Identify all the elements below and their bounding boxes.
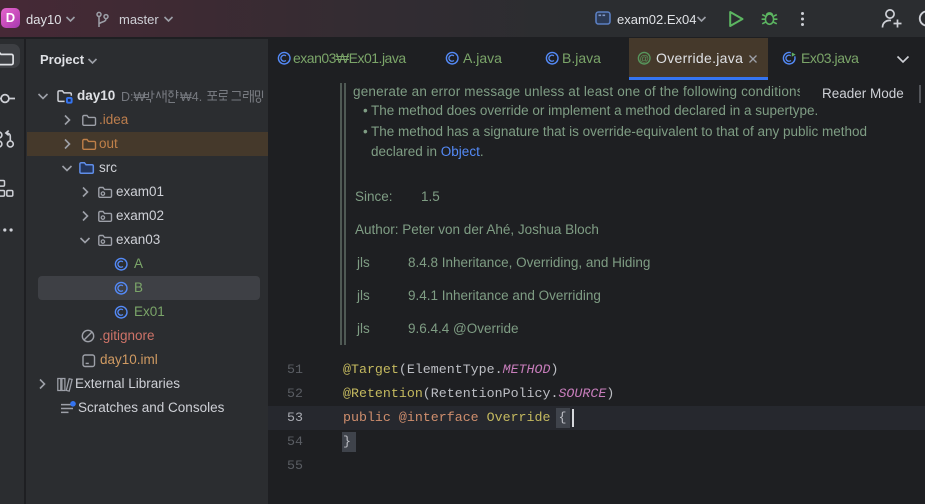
svg-text:@: @	[639, 54, 649, 65]
